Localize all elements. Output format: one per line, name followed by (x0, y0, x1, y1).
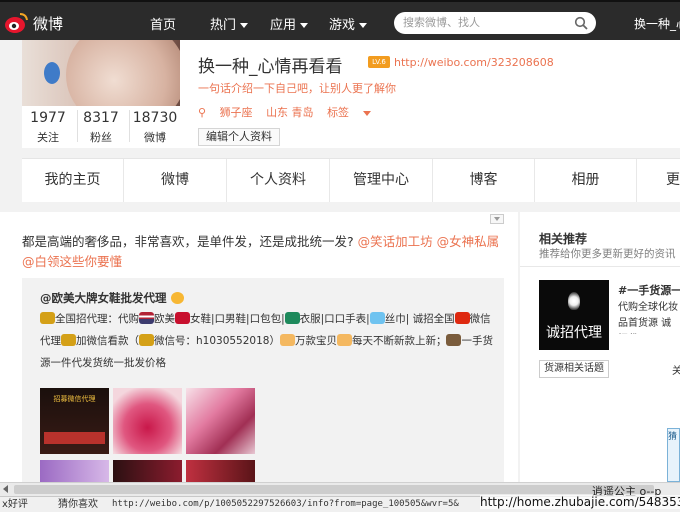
profile-tabs: 我的主页 微博 个人资料 管理中心 博客 相册 更 (22, 158, 680, 202)
high-heel-emoji-icon (175, 312, 190, 324)
search-icon[interactable] (574, 16, 588, 30)
tab-blog[interactable]: 博客 (433, 159, 535, 202)
status-left-text: x好评 (2, 499, 28, 510)
chevron-down-icon (359, 23, 368, 28)
horn-emoji-icon (40, 312, 55, 324)
location-pin-icon: ⚲ (198, 106, 207, 119)
profile-nickname: 换一种_心情再看看 (198, 57, 343, 77)
profile-url-link[interactable]: http://weibo.com/323208608 (394, 56, 554, 69)
status-recommend[interactable]: 猜你喜欢 (58, 497, 98, 512)
stat-weibo-num: 18730 (132, 110, 178, 126)
film-emoji-icon (446, 334, 462, 346)
avatar[interactable] (22, 40, 180, 106)
feed-card: 都是高端的奢侈品，非常喜欢，是单件发，还是成批统一发? @笑话加工坊 @女神私属… (0, 212, 518, 482)
recommend-topic-title[interactable]: #一手货源一 (618, 282, 680, 298)
clap-emoji-icon (336, 334, 352, 346)
recommend-image[interactable]: 诚招代理 (539, 280, 609, 350)
chevron-down-icon (240, 23, 249, 28)
stat-following-num: 1977 (30, 110, 66, 126)
tab-profile[interactable]: 个人资料 (227, 159, 330, 202)
search-input[interactable]: 搜索微博、找人 (394, 12, 596, 34)
divider (520, 266, 680, 267)
tab-home[interactable]: 我的主页 (22, 159, 124, 202)
search-placeholder: 搜索微博、找人 (403, 16, 480, 29)
dress-emoji-icon (284, 312, 300, 324)
nav-hot[interactable]: 热门 (210, 14, 249, 33)
chevron-down-icon (300, 23, 309, 28)
mention-link[interactable]: @笑话加工坊 (358, 234, 433, 249)
thumbs-up-emoji-icon (279, 334, 295, 346)
scroll-left-arrow-icon[interactable] (3, 485, 8, 493)
profile-header: 1977 关注 8317 粉丝 18730 微博 换一种_心情再看看 LV.6 … (22, 40, 680, 148)
scrollbar-thumb[interactable] (14, 485, 654, 494)
diamond-emoji-icon (369, 312, 385, 324)
tab-weibo[interactable]: 微博 (124, 159, 227, 202)
tab-management[interactable]: 管理中心 (330, 159, 433, 202)
us-flag-emoji-icon (139, 312, 154, 324)
profile-meta: ⚲ 狮子座 山东 青岛 标签 (198, 104, 381, 120)
tab-more[interactable]: 更 (637, 159, 680, 202)
status-url: http://weibo.com/p/1005052297526603/info… (112, 499, 459, 509)
china-flag-emoji-icon (454, 312, 470, 324)
panel-subtitle: 推荐给你更多更新更好的资讯 (539, 248, 676, 260)
thumb-caption: 招募微信代理 (53, 395, 96, 403)
repost-author[interactable]: @欧美大牌女鞋批发代理 (40, 290, 184, 306)
post-text: 都是高端的奢侈品，非常喜欢，是单件发，还是成批统一发? @笑话加工坊 @女神私属… (22, 232, 502, 272)
post-image[interactable] (113, 460, 182, 482)
post-image[interactable]: 招募微信代理 (40, 388, 109, 454)
horizontal-scrollbar[interactable] (0, 482, 680, 496)
weibo-logo[interactable]: 微博 (4, 8, 66, 38)
logo-text: 微博 (33, 15, 63, 33)
stat-following[interactable]: 1977 关注 (26, 110, 70, 145)
chevron-down-icon (363, 110, 372, 116)
profile-bio[interactable]: 一句话介绍一下自己吧，让别人更了解你 (198, 80, 396, 96)
card-menu-button[interactable] (490, 214, 504, 224)
recommend-topic-desc: 代购全球化妆品首货源 诚招代 (618, 302, 678, 329)
nav-games[interactable]: 游戏 (329, 14, 368, 33)
thumb-banner (44, 432, 105, 444)
stat-fans-num: 8317 (83, 110, 119, 126)
meta-zodiac[interactable]: 狮子座 (220, 106, 253, 119)
post-image[interactable] (186, 388, 255, 454)
post-image[interactable] (40, 460, 109, 482)
stat-weibo[interactable]: 18730 微博 (132, 110, 178, 145)
stat-fans-label: 粉丝 (90, 131, 112, 144)
nav-apps[interactable]: 应用 (270, 14, 309, 33)
top-nav: 微博 首页 热门 应用 游戏 搜索微博、找人 换一种_心 (0, 0, 680, 40)
meta-location[interactable]: 山东 青岛 (266, 106, 314, 119)
stat-weibo-label: 微博 (144, 131, 166, 144)
topic-button[interactable]: 货源相关话题 (539, 360, 609, 378)
recommend-panel: 相关推荐 推荐给你更多更新更好的资讯 诚招代理 #一手货源一 代购全球化妆品首货… (520, 212, 680, 482)
edit-profile-button[interactable]: 编辑个人资料 (198, 128, 280, 146)
smile-emoji-icon (170, 292, 184, 304)
stat-fans[interactable]: 8317 粉丝 (79, 110, 123, 145)
lightbulb-icon (568, 292, 580, 310)
recommend-image-label: 诚招代理 (546, 325, 602, 341)
horn-emoji-icon (61, 334, 76, 346)
tab-album[interactable]: 相册 (535, 159, 637, 202)
meta-tags[interactable]: 标签 (327, 106, 372, 119)
post-image[interactable] (186, 460, 255, 482)
repost-body: 全国招代理：代购 欧美 女鞋|口男鞋|口包包| 衣服|口口手表| 丝巾| 诚招全国 微信代… (40, 312, 493, 369)
panel-title: 相关推荐 (539, 232, 588, 246)
mention-link[interactable]: @白领这些你要懂 (22, 254, 122, 269)
divider (129, 110, 130, 142)
avatar-face (66, 40, 180, 106)
overlay-watermark-url: http://home.zhubajie.com/5483535/ (480, 495, 680, 509)
vip-level-badge[interactable]: LV.6 (368, 56, 390, 68)
follow-link[interactable]: 关 (672, 362, 680, 377)
post-body: 都是高端的奢侈品，非常喜欢，是单件发，还是成批统一发? (22, 234, 354, 249)
divider (77, 110, 78, 142)
stat-following-label: 关注 (37, 131, 59, 144)
horn-emoji-icon (139, 334, 154, 346)
nav-home[interactable]: 首页 (150, 14, 176, 33)
float-side-tab[interactable]: 猜 (667, 428, 680, 482)
post-image[interactable] (113, 388, 182, 454)
current-user-link[interactable]: 换一种_心 (634, 15, 680, 32)
repost-box: @欧美大牌女鞋批发代理 全国招代理：代购 欧美 女鞋|口男鞋|口包包| 衣服|口口手表… (22, 278, 504, 482)
avatar-earring (44, 62, 60, 84)
mention-link[interactable]: @女神私属 (437, 234, 500, 249)
